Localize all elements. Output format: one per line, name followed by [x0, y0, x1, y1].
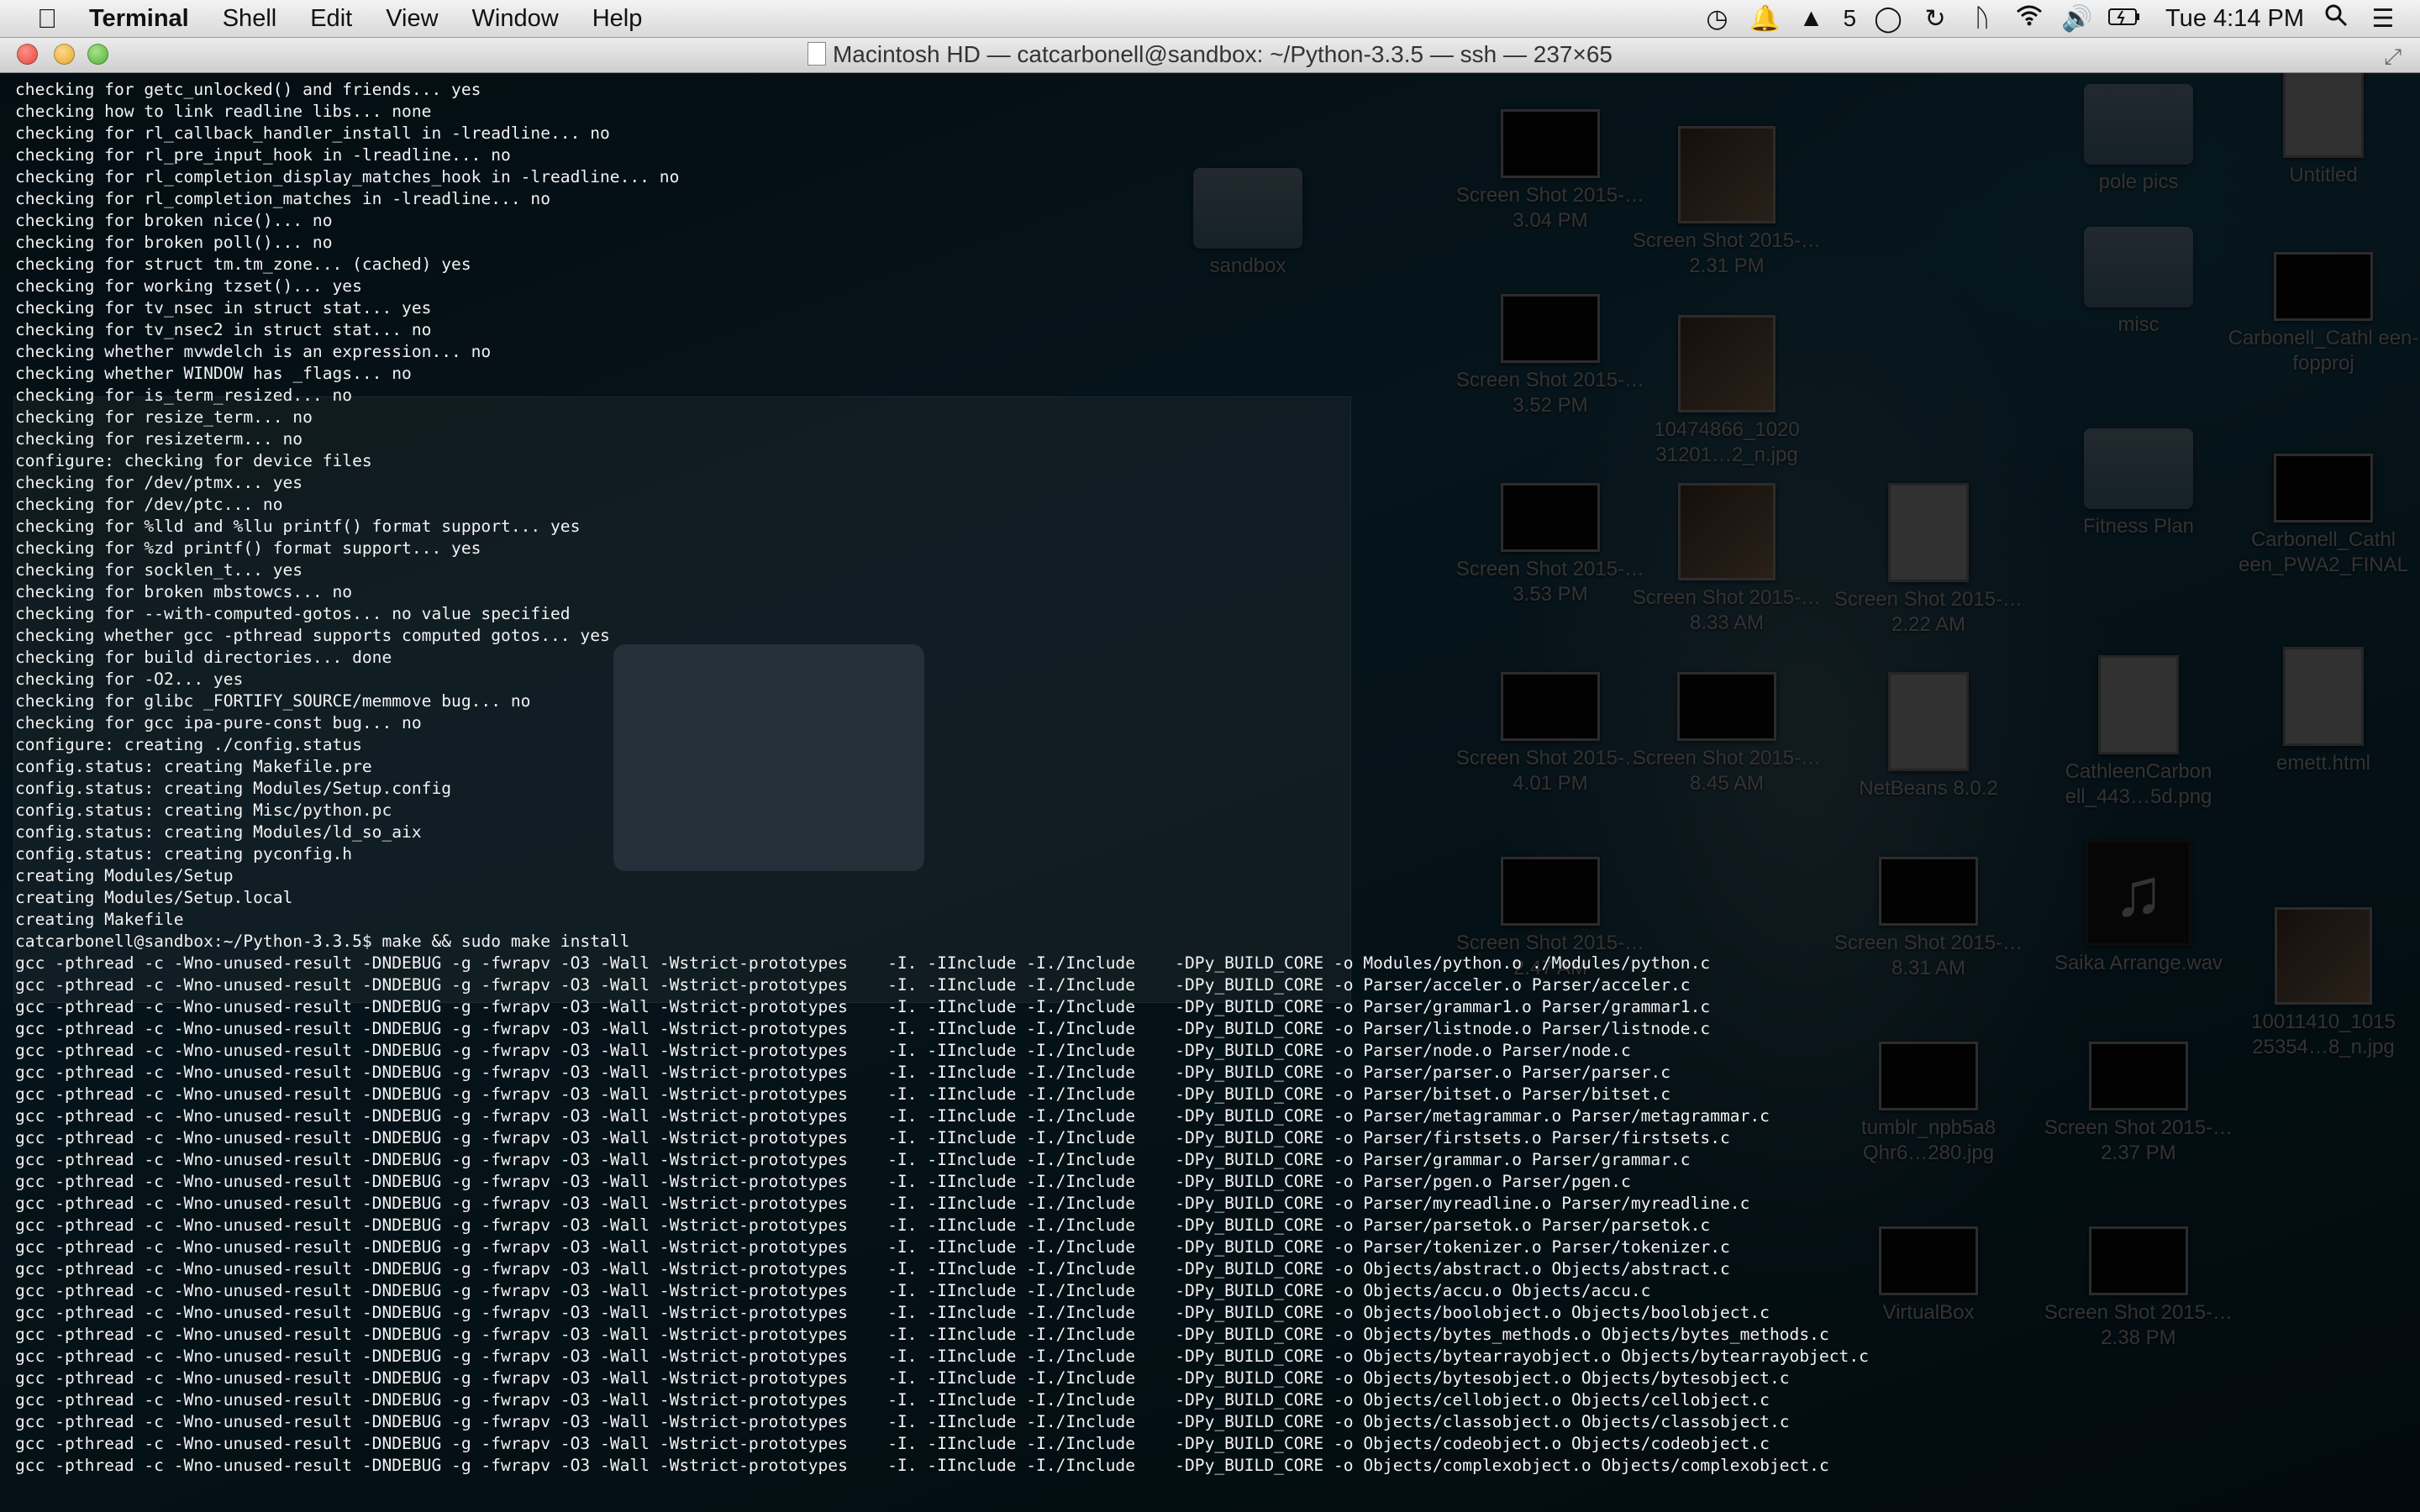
status-menus: ◷ 🔔 ▲ 5 ◯ ↻ ᚢ 🔊 Tue 4:14 PM ☰ — [1702, 3, 2420, 34]
terminal-line: gcc -pthread -c -Wno-unused-result -DNDE… — [15, 1215, 1711, 1235]
menu-window[interactable]: Window — [455, 0, 576, 37]
terminal-line: checking for rl_callback_handler_install… — [15, 123, 610, 143]
bluetooth-icon[interactable]: ᚢ — [1967, 4, 1997, 33]
sync-icon[interactable]: ↻ — [1920, 4, 1950, 34]
terminal-line: checking for %zd printf() format support… — [15, 538, 481, 558]
terminal-line: gcc -pthread -c -Wno-unused-result -DNDE… — [15, 1412, 1790, 1431]
terminal-line: checking for working tzset()... yes — [15, 276, 362, 296]
terminal-output[interactable]: checking for getc_unlocked() and friends… — [0, 73, 2420, 1512]
terminal-line: checking how to link readline libs... no… — [15, 102, 432, 121]
terminal-window: Macintosh HD — catcarbonell@sandbox: ~/P… — [0, 37, 2420, 1512]
terminal-line: gcc -pthread -c -Wno-unused-result -DNDE… — [15, 1063, 1671, 1082]
time-machine-icon[interactable]: ◷ — [1702, 4, 1732, 34]
terminal-line: config.status: creating Misc/python.pc — [15, 801, 392, 820]
terminal-line: gcc -pthread -c -Wno-unused-result -DNDE… — [15, 1259, 1730, 1278]
terminal-line: config.status: creating pyconfig.h — [15, 844, 353, 864]
terminal-line: config.status: creating Modules/ld_so_ai… — [15, 822, 422, 842]
terminal-line: gcc -pthread -c -Wno-unused-result -DNDE… — [15, 1150, 1691, 1169]
terminal-line: config.status: creating Makefile.pre — [15, 757, 372, 776]
terminal-line: gcc -pthread -c -Wno-unused-result -DNDE… — [15, 1390, 1770, 1410]
wifi-icon[interactable] — [2014, 4, 2044, 33]
terminal-line: checking for gcc ipa-pure-const bug... n… — [15, 713, 422, 732]
terminal-line: gcc -pthread -c -Wno-unused-result -DNDE… — [15, 975, 1691, 995]
terminal-line: checking for rl_completion_display_match… — [15, 167, 680, 186]
window-title-wrap: Macintosh HD — catcarbonell@sandbox: ~/P… — [0, 37, 2420, 72]
terminal-line: gcc -pthread -c -Wno-unused-result -DNDE… — [15, 1172, 1631, 1191]
menu-view[interactable]: View — [369, 0, 455, 37]
window-title: Macintosh HD — catcarbonell@sandbox: ~/P… — [832, 41, 1613, 67]
fullscreen-icon[interactable]: ⤢ — [2384, 44, 2402, 71]
terminal-line: checking for resizeterm... no — [15, 429, 303, 449]
terminal-line: checking for getc_unlocked() and friends… — [15, 80, 481, 99]
terminal-line: checking for resize_term... no — [15, 407, 313, 427]
menu-help[interactable]: Help — [576, 0, 660, 37]
terminal-line: gcc -pthread -c -Wno-unused-result -DNDE… — [15, 997, 1711, 1016]
document-proxy-icon[interactable] — [807, 42, 826, 66]
terminal-line: checking for --with-computed-gotos... no… — [15, 604, 571, 623]
terminal-line: checking for /dev/ptmx... yes — [15, 473, 303, 492]
terminal-line: checking for /dev/ptc... no — [15, 495, 283, 514]
terminal-line: checking for rl_pre_input_hook in -lread… — [15, 145, 511, 165]
menu-shell[interactable]: Shell — [206, 0, 294, 37]
spotlight-icon[interactable] — [2321, 3, 2351, 34]
terminal-line: checking for struct tm.tm_zone... (cache… — [15, 255, 471, 274]
notification-bell-icon[interactable]: 🔔 — [1749, 4, 1780, 34]
terminal-line: gcc -pthread -c -Wno-unused-result -DNDE… — [15, 1325, 1829, 1344]
terminal-line: gcc -pthread -c -Wno-unused-result -DNDE… — [15, 1281, 1651, 1300]
terminal-line: gcc -pthread -c -Wno-unused-result -DNDE… — [15, 1106, 1770, 1126]
terminal-line: checking for socklen_t... yes — [15, 560, 303, 580]
terminal-line: checking whether mvwdelch is an expressi… — [15, 342, 492, 361]
notification-count: 5 — [1843, 5, 1857, 31]
terminal-line: checking whether WINDOW has _flags... no — [15, 364, 412, 383]
terminal-line: catcarbonell@sandbox:~/Python-3.3.5$ mak… — [15, 932, 630, 951]
terminal-line: configure: creating ./config.status — [15, 735, 362, 754]
terminal-line: checking for glibc _FORTIFY_SOURCE/memmo… — [15, 691, 531, 711]
terminal-line: checking for is_term_resized... no — [15, 386, 353, 405]
menu-clock[interactable]: Tue 4:14 PM — [2165, 5, 2304, 33]
terminal-line: checking for rl_completion_matches in -l… — [15, 189, 551, 208]
battery-icon[interactable] — [2108, 4, 2140, 33]
terminal-line: creating Modules/Setup.local — [15, 888, 293, 907]
terminal-line: gcc -pthread -c -Wno-unused-result -DNDE… — [15, 1019, 1711, 1038]
terminal-line: checking for tv_nsec2 in struct stat... … — [15, 320, 432, 339]
terminal-line: gcc -pthread -c -Wno-unused-result -DNDE… — [15, 1128, 1730, 1147]
apple-icon[interactable]:  — [22, 3, 72, 34]
terminal-line: checking for broken poll()... no — [15, 233, 333, 252]
terminal-line: checking for tv_nsec in struct stat... y… — [15, 298, 432, 318]
window-title-bar[interactable]: Macintosh HD — catcarbonell@sandbox: ~/P… — [0, 37, 2420, 73]
terminal-line: checking for %lld and %llu printf() form… — [15, 517, 581, 536]
terminal-line: creating Makefile — [15, 910, 184, 929]
terminal-line: gcc -pthread -c -Wno-unused-result -DNDE… — [15, 953, 1711, 973]
terminal-line: creating Modules/Setup — [15, 866, 234, 885]
notification-center-icon[interactable]: ☰ — [2368, 4, 2398, 34]
terminal-line: gcc -pthread -c -Wno-unused-result -DNDE… — [15, 1434, 1770, 1453]
menu-bar:  Terminal Shell Edit View Window Help ◷… — [0, 0, 2420, 38]
terminal-line: checking for build directories... done — [15, 648, 392, 667]
terminal-line: configure: checking for device files — [15, 451, 372, 470]
menu-app-terminal[interactable]: Terminal — [72, 0, 206, 37]
terminal-line: gcc -pthread -c -Wno-unused-result -DNDE… — [15, 1237, 1730, 1257]
adobe-icon[interactable]: ▲ — [1796, 4, 1826, 33]
messages-icon[interactable]: ◯ — [1873, 4, 1903, 34]
terminal-lines: checking for getc_unlocked() and friends… — [15, 79, 1869, 1477]
terminal-line: checking for broken mbstowcs... no — [15, 582, 353, 601]
terminal-line: gcc -pthread -c -Wno-unused-result -DNDE… — [15, 1456, 1829, 1475]
terminal-line: gcc -pthread -c -Wno-unused-result -DNDE… — [15, 1347, 1869, 1366]
terminal-line: gcc -pthread -c -Wno-unused-result -DNDE… — [15, 1194, 1750, 1213]
terminal-line: config.status: creating Modules/Setup.co… — [15, 779, 452, 798]
terminal-line: gcc -pthread -c -Wno-unused-result -DNDE… — [15, 1041, 1631, 1060]
terminal-line: gcc -pthread -c -Wno-unused-result -DNDE… — [15, 1303, 1770, 1322]
terminal-line: gcc -pthread -c -Wno-unused-result -DNDE… — [15, 1084, 1671, 1104]
terminal-line: gcc -pthread -c -Wno-unused-result -DNDE… — [15, 1368, 1790, 1388]
terminal-line: checking whether gcc -pthread supports c… — [15, 626, 610, 645]
terminal-line: checking for broken nice()... no — [15, 211, 333, 230]
terminal-line: checking for -O2... yes — [15, 669, 244, 689]
menu-edit[interactable]: Edit — [293, 0, 369, 37]
volume-icon[interactable]: 🔊 — [2061, 4, 2092, 34]
